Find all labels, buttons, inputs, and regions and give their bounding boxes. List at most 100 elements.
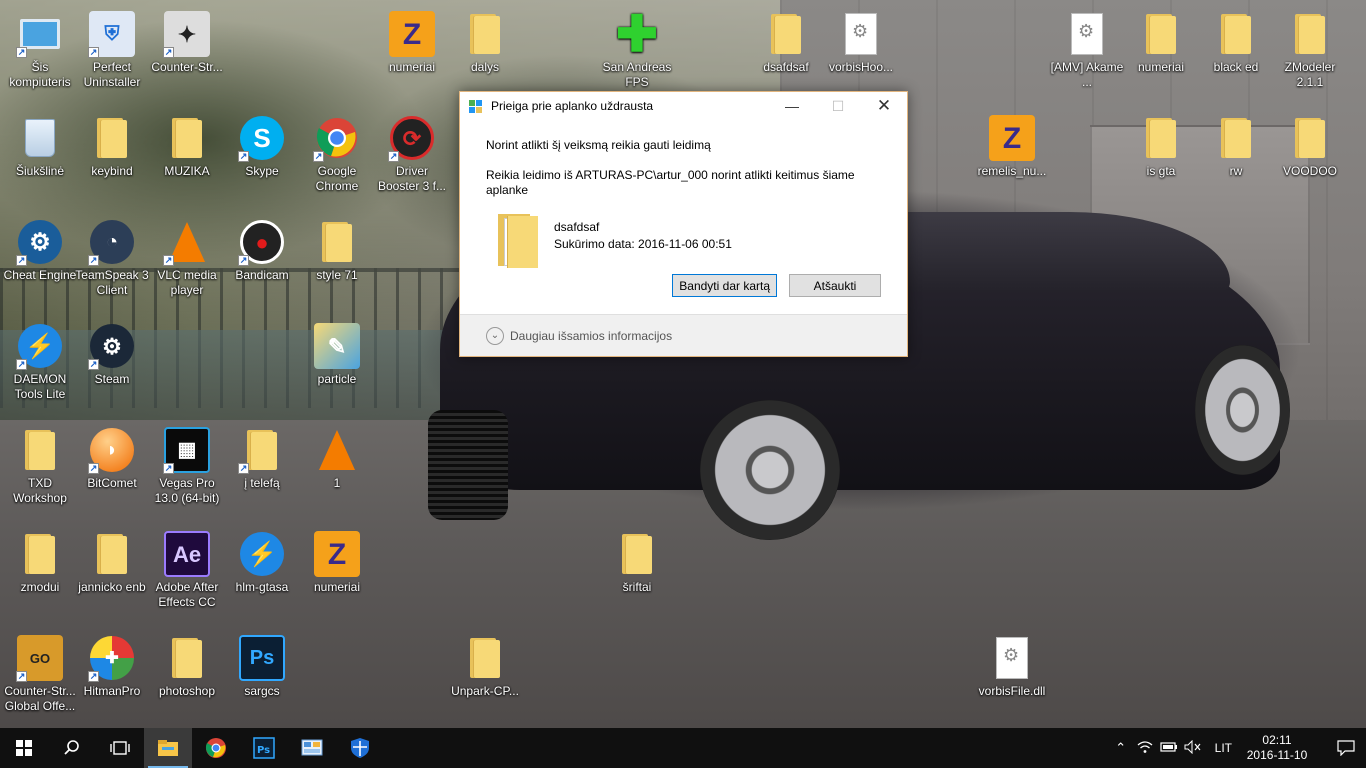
folder-icon — [97, 534, 127, 574]
desktop-icon-unpark[interactable]: Unpark-CP... — [447, 634, 523, 699]
desktop-icon-csgo[interactable]: GO ↗ Counter-Str... Global Offe... — [2, 634, 78, 714]
chevron-down-icon: ⌄ — [486, 326, 504, 345]
desktop-icon-glyph: ⟳ ↗ — [388, 114, 436, 162]
desktop-icon-zmodui[interactable]: zmodui — [2, 530, 78, 595]
desktop-icon-numeriai-3[interactable]: Znumeriai — [299, 530, 375, 595]
wifi-icon[interactable] — [1133, 740, 1157, 757]
desktop-icon-bitcomet[interactable]: ◗ ↗ BitComet — [74, 426, 150, 491]
folder-icon — [1221, 118, 1251, 158]
desktop-icon-sargcs[interactable]: Ps sargcs — [224, 634, 300, 699]
desktop-icon-glyph: ● ↗ — [238, 218, 286, 266]
desktop-icon-bandicam[interactable]: ● ↗ Bandicam — [224, 218, 300, 283]
folder-icon — [1295, 14, 1325, 54]
taskbar-file-explorer[interactable] — [144, 728, 192, 768]
chevron-up-icon[interactable]: ⌃ — [1109, 740, 1133, 756]
retry-button[interactable]: Bandyti dar kartą — [672, 274, 777, 297]
start-button[interactable] — [0, 728, 48, 768]
taskbar-chrome[interactable] — [192, 728, 240, 768]
desktop-icon-glyph — [988, 634, 1036, 682]
desktop-icon-glyph — [1212, 10, 1260, 58]
cancel-button[interactable]: Atšaukti — [789, 274, 881, 297]
desktop-icon-zmodeler[interactable]: ZModeler 2.1.1 — [1272, 10, 1348, 90]
desktop-icon-steam[interactable]: ⚙ ↗ Steam — [74, 322, 150, 387]
desktop-icon-rw[interactable]: rw — [1198, 114, 1274, 179]
folder-icon — [622, 534, 652, 574]
maximize-button[interactable]: ☐ — [815, 92, 861, 120]
wallpaper-car-rear-wheel — [1195, 345, 1290, 475]
desktop-icon-label: dalys — [470, 60, 499, 74]
computer-icon — [20, 19, 60, 49]
desktop-icon-label: particle — [317, 372, 357, 386]
desktop-icon-vlc[interactable]: ↗ VLC media player — [149, 218, 225, 298]
desktop-icon-glyph: ◗ ↗ — [88, 426, 136, 474]
desktop-icon-muzika[interactable]: MUZIKA — [149, 114, 225, 179]
desktop-icon-photoshop-folder[interactable]: photoshop — [149, 634, 225, 699]
taskbar: Ps ⌃ LIT 02:11 2016-11-10 — [0, 728, 1366, 768]
desktop-icon-glyph: ⚙ ↗ — [88, 322, 136, 370]
desktop-icon-remelis[interactable]: Zremelis_nu... — [974, 114, 1050, 179]
desktop-icon-counter-strike[interactable]: ✦ ↗ Counter-Str... — [149, 10, 225, 75]
desktop-icon-particle[interactable]: ✎ particle — [299, 322, 375, 387]
desktop-icon-hitmanpro[interactable]: ✚ ↗ HitmanPro — [74, 634, 150, 699]
media-file-icon — [1071, 13, 1103, 55]
task-view-button[interactable] — [96, 728, 144, 768]
desktop-icon-label: MUZIKA — [164, 164, 210, 178]
desktop-icon-amv[interactable]: [AMV] Akame ... — [1049, 10, 1125, 90]
taskbar-control-panel[interactable] — [288, 728, 336, 768]
desktop-icon-vegas-pro[interactable]: ▦ ↗ Vegas Pro 13.0 (64-bit) — [149, 426, 225, 506]
desktop-icon-black-ed[interactable]: black ed — [1198, 10, 1274, 75]
search-button[interactable] — [48, 728, 96, 768]
folder-date: Sukūrimo data: 2016-11-06 00:51 — [554, 237, 732, 251]
desktop-icon-skype[interactable]: S ↗ Skype — [224, 114, 300, 179]
language-indicator[interactable]: LIT — [1215, 741, 1232, 755]
desktop-icon-keybind[interactable]: keybind — [74, 114, 150, 179]
desktop-icon-sis-kompiuteris[interactable]: ↗ Šis kompiuteris — [2, 10, 78, 90]
desktop-icon-label: Šiukšlinė — [15, 164, 65, 178]
clock[interactable]: 02:11 2016-11-10 — [1242, 733, 1312, 763]
dialog-titlebar[interactable]: Prieiga prie aplanko uždrausta — ☐ ✕ — [460, 92, 907, 120]
desktop-icon-google-chrome[interactable]: ↗ Google Chrome — [299, 114, 375, 194]
taskbar-photoshop[interactable]: Ps — [240, 728, 288, 768]
desktop-icon-label: Bandicam — [235, 268, 289, 282]
close-button[interactable]: ✕ — [861, 92, 907, 120]
desktop-icon-style71[interactable]: style 71 — [299, 218, 375, 283]
volume-muted-icon[interactable] — [1181, 739, 1205, 757]
desktop-icon-label: Vegas Pro 13.0 (64-bit) — [154, 476, 220, 505]
desktop-icon-siuksline[interactable]: Šiukšlinė — [2, 114, 78, 179]
desktop-icon-label: vorbisHoo... — [828, 60, 894, 74]
search-icon — [64, 740, 79, 755]
desktop-icon-glyph: ✚ — [613, 9, 661, 59]
more-details-toggle[interactable]: ⌄ Daugiau išsamios informacijos — [460, 314, 907, 356]
desktop-icon-perfect-uninstaller[interactable]: ⛨ ↗ Perfect Uninstaller — [74, 10, 150, 90]
desktop-icon-vorbishoo[interactable]: vorbisHoo... — [823, 10, 899, 75]
desktop-icon-label: ZModeler 2.1.1 — [1284, 60, 1336, 89]
desktop-icon-txd-workshop[interactable]: TXD Workshop — [2, 426, 78, 506]
minimize-button[interactable]: — — [769, 92, 815, 120]
desktop-icon-hlm-gtasa[interactable]: ⚡ hlm-gtasa — [224, 530, 300, 595]
desktop-icon-is-gta[interactable]: is gta — [1123, 114, 1199, 179]
desktop-icon-cheat-engine[interactable]: ⚙ ↗ Cheat Engine — [2, 218, 78, 283]
desktop-icon-dsafdsaf[interactable]: dsafdsaf — [748, 10, 824, 75]
desktop-icon-i-telefa[interactable]: ↗ į telefą — [224, 426, 300, 491]
action-center-button[interactable] — [1326, 728, 1366, 768]
desktop-icon-daemon-tools[interactable]: ⚡ ↗ DAEMON Tools Lite — [2, 322, 78, 402]
desktop-icon-driver-booster[interactable]: ⟳ ↗ Driver Booster 3 f... — [374, 114, 450, 194]
desktop-icon-after-effects[interactable]: Ae Adobe After Effects CC — [149, 530, 225, 610]
shortcut-arrow-icon: ↗ — [238, 151, 249, 162]
desktop-icon-glyph — [163, 634, 211, 682]
desktop-icon-label: numeriai — [313, 580, 361, 594]
desktop-icon-dalys[interactable]: dalys — [447, 10, 523, 75]
desktop-icon-jannicko[interactable]: jannicko enb — [74, 530, 150, 595]
taskbar-security[interactable] — [336, 728, 384, 768]
desktop-icon-label: Counter-Str... Global Offe... — [4, 684, 76, 713]
desktop-icon-one[interactable]: 1 — [299, 426, 375, 491]
desktop-icon-sriftai[interactable]: šriftai — [599, 530, 675, 595]
battery-icon[interactable] — [1157, 741, 1181, 756]
desktop-icon-vorbisfile[interactable]: vorbisFile.dll — [974, 634, 1050, 699]
desktop-icon-teamspeak[interactable]: ◔ ↗ TeamSpeak 3 Client — [74, 218, 150, 298]
folder-icon — [172, 638, 202, 678]
zmodeler-icon: Z — [989, 115, 1035, 161]
desktop-icon-numeriai-1[interactable]: Znumeriai — [374, 10, 450, 75]
desktop-icon-voodoo[interactable]: VOODOO — [1272, 114, 1348, 179]
desktop-icon-numeriai-2[interactable]: numeriai — [1123, 10, 1199, 75]
